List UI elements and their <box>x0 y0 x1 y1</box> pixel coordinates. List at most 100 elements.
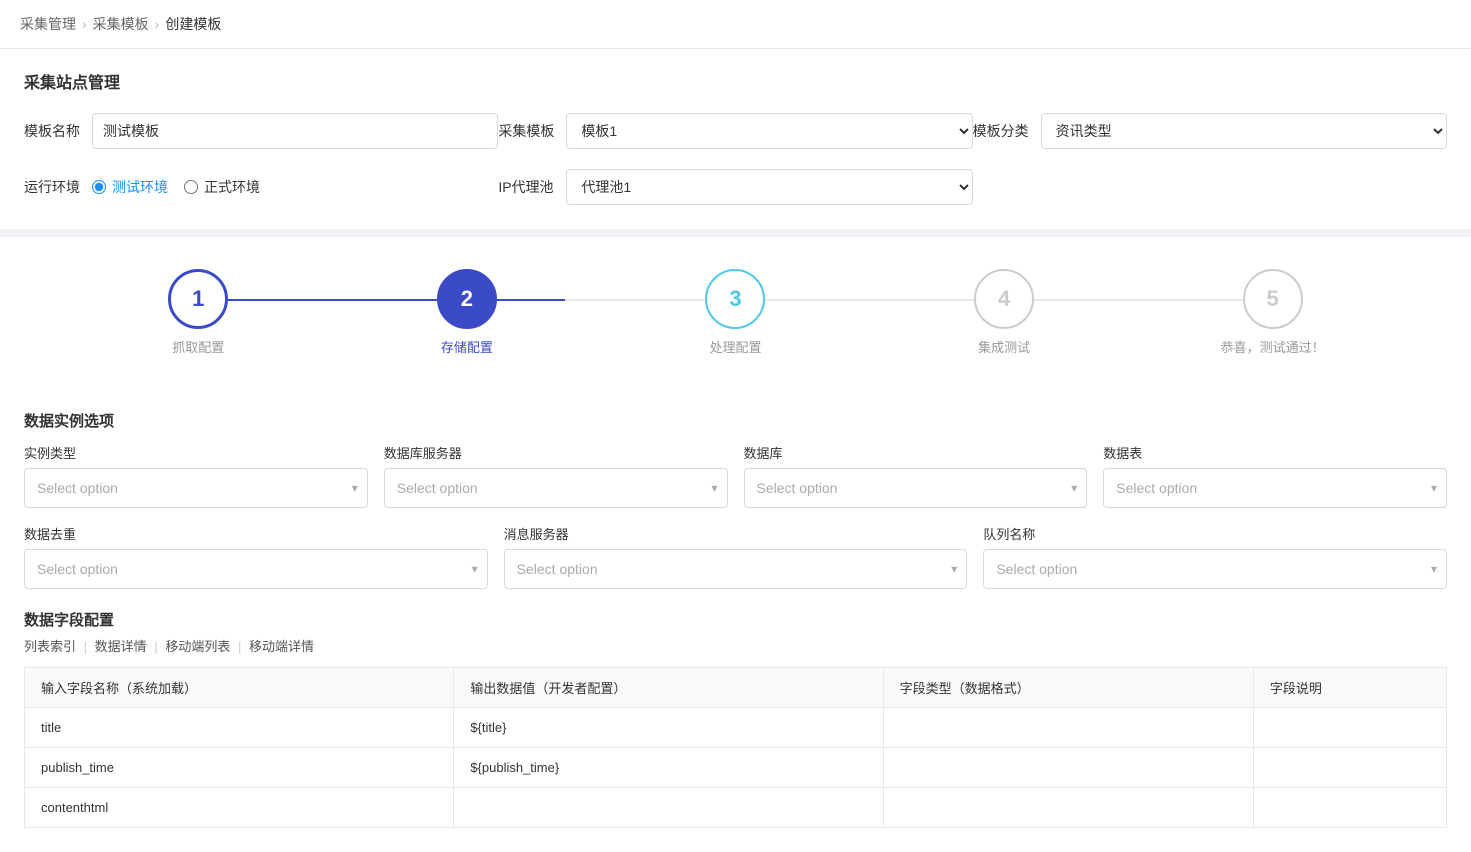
database-select[interactable]: Select option <box>744 468 1088 508</box>
data-table-select-wrap: Select option <box>1103 468 1447 508</box>
instance-type-select-wrap: Select option <box>24 468 368 508</box>
cell-field-desc-0 <box>1253 708 1446 748</box>
run-env-radio-group: 测试环境 正式环境 <box>92 177 260 197</box>
collection-template-select[interactable]: 模板1 模板2 <box>566 113 972 149</box>
step-2[interactable]: 2 存储配置 <box>333 269 602 356</box>
tab-data-detail[interactable]: 数据详情 <box>95 639 147 654</box>
breadcrumb-item-3: 创建模板 <box>165 14 221 34</box>
table-row: title ${title} <box>25 708 1447 748</box>
radio-prod-env-label: 正式环境 <box>204 177 260 197</box>
table-row: publish_time ${publish_time} <box>25 748 1447 788</box>
table-header-row: 输入字段名称（系统加载） 输出数据值（开发者配置） 字段类型（数据格式） 字段说… <box>25 668 1447 708</box>
step-2-circle: 2 <box>437 269 497 329</box>
cell-field-type-1 <box>883 748 1253 788</box>
step-5-label: 恭喜，测试通过！ <box>1221 337 1325 356</box>
cell-output-value-0: ${title} <box>454 708 883 748</box>
ip-pool-label: IP代理池 <box>498 177 554 197</box>
dedup-select-wrap: Select option <box>24 549 488 589</box>
top-section: 采集站点管理 模板名称 采集模板 模板1 模板2 模板分类 资讯类型 商品类型 … <box>0 49 1471 229</box>
radio-prod-env[interactable]: 正式环境 <box>184 177 260 197</box>
database-label: 数据库 <box>744 443 1088 462</box>
msg-server-select[interactable]: Select option <box>504 549 968 589</box>
cell-field-desc-2 <box>1253 788 1446 828</box>
cell-field-type-0 <box>883 708 1253 748</box>
step-1[interactable]: 1 抓取配置 <box>64 269 333 356</box>
col-output-value: 输出数据值（开发者配置） <box>454 668 883 708</box>
run-env-row: 运行环境 测试环境 正式环境 <box>24 169 498 205</box>
data-table-select[interactable]: Select option <box>1103 468 1447 508</box>
dedup-label: 数据去重 <box>24 524 488 543</box>
database-select-wrap: Select option <box>744 468 1088 508</box>
template-category-select[interactable]: 资讯类型 商品类型 <box>1041 113 1447 149</box>
cell-input-field-2: contenthtml <box>25 788 454 828</box>
tab-mobile-list[interactable]: 移动端列表 <box>165 639 230 654</box>
instance-type-group: 实例类型 Select option <box>24 443 368 508</box>
radio-test-env-input[interactable] <box>92 180 106 194</box>
dropdowns-row-1: 实例类型 Select option 数据库服务器 Select option … <box>24 443 1447 508</box>
breadcrumb-item-2[interactable]: 采集模板 <box>93 14 149 34</box>
collection-template-row: 采集模板 模板1 模板2 <box>498 113 972 149</box>
dedup-select[interactable]: Select option <box>24 549 488 589</box>
template-name-input[interactable] <box>92 113 498 149</box>
field-config-tabs: 列表索引 | 数据详情 | 移动端列表 | 移动端详情 <box>24 636 1447 655</box>
step-4[interactable]: 4 集成测试 <box>870 269 1139 356</box>
collection-template-label: 采集模板 <box>498 121 554 141</box>
ip-pool-row: IP代理池 代理池1 代理池2 <box>498 169 972 205</box>
cell-input-field-0: title <box>25 708 454 748</box>
top-section-title: 采集站点管理 <box>24 69 1447 93</box>
breadcrumb-sep-1: › <box>82 16 87 32</box>
data-table-label: 数据表 <box>1103 443 1447 462</box>
dedup-group: 数据去重 Select option <box>24 524 488 589</box>
queue-name-select[interactable]: Select option <box>983 549 1447 589</box>
data-table-group: 数据表 Select option <box>1103 443 1447 508</box>
template-category-label: 模板分类 <box>973 121 1029 141</box>
template-name-row: 模板名称 <box>24 113 498 149</box>
template-name-label: 模板名称 <box>24 121 80 141</box>
queue-name-label: 队列名称 <box>983 524 1447 543</box>
breadcrumb-item-1[interactable]: 采集管理 <box>20 14 76 34</box>
step-3[interactable]: 3 处理配置 <box>601 269 870 356</box>
breadcrumb-sep-2: › <box>155 16 160 32</box>
database-group: 数据库 Select option <box>744 443 1088 508</box>
cell-input-field-1: publish_time <box>25 748 454 788</box>
msg-server-select-wrap: Select option <box>504 549 968 589</box>
tab-mobile-detail[interactable]: 移动端详情 <box>249 639 314 654</box>
dropdowns-row-2: 数据去重 Select option 消息服务器 Select option 队… <box>24 524 1447 589</box>
queue-name-select-wrap: Select option <box>983 549 1447 589</box>
cell-field-desc-1 <box>1253 748 1446 788</box>
radio-test-env-label: 测试环境 <box>112 177 168 197</box>
tab-list-index[interactable]: 列表索引 <box>24 639 76 654</box>
step-1-label: 抓取配置 <box>172 337 224 356</box>
col-field-type: 字段类型（数据格式） <box>883 668 1253 708</box>
instance-type-select[interactable]: Select option <box>24 468 368 508</box>
divider <box>0 229 1471 237</box>
col-field-desc: 字段说明 <box>1253 668 1446 708</box>
queue-name-group: 队列名称 Select option <box>983 524 1447 589</box>
msg-server-group: 消息服务器 Select option <box>504 524 968 589</box>
field-table: 输入字段名称（系统加载） 输出数据值（开发者配置） 字段类型（数据格式） 字段说… <box>24 667 1447 828</box>
step-3-label: 处理配置 <box>709 337 761 356</box>
table-row: contenthtml <box>25 788 1447 828</box>
ip-pool-select[interactable]: 代理池1 代理池2 <box>566 169 972 205</box>
cell-output-value-1: ${publish_time} <box>454 748 883 788</box>
radio-prod-env-input[interactable] <box>184 180 198 194</box>
step-4-label: 集成测试 <box>978 337 1030 356</box>
breadcrumb: 采集管理 › 采集模板 › 创建模板 <box>0 0 1471 49</box>
msg-server-label: 消息服务器 <box>504 524 968 543</box>
radio-test-env[interactable]: 测试环境 <box>92 177 168 197</box>
step-5[interactable]: 5 恭喜，测试通过！ <box>1138 269 1407 356</box>
field-config-title: 数据字段配置 <box>24 609 1447 630</box>
steps-section: 1 抓取配置 2 存储配置 3 处理配置 4 集成测试 <box>0 237 1471 390</box>
db-server-label: 数据库服务器 <box>384 443 728 462</box>
db-server-select[interactable]: Select option <box>384 468 728 508</box>
cell-field-type-2 <box>883 788 1253 828</box>
step-3-circle: 3 <box>705 269 765 329</box>
db-server-group: 数据库服务器 Select option <box>384 443 728 508</box>
data-instance-title: 数据实例选项 <box>24 390 1447 443</box>
step-4-circle: 4 <box>974 269 1034 329</box>
col-input-field: 输入字段名称（系统加载） <box>25 668 454 708</box>
run-env-label: 运行环境 <box>24 177 80 197</box>
db-server-select-wrap: Select option <box>384 468 728 508</box>
instance-type-label: 实例类型 <box>24 443 368 462</box>
main-content: 数据实例选项 实例类型 Select option 数据库服务器 Select … <box>0 390 1471 852</box>
